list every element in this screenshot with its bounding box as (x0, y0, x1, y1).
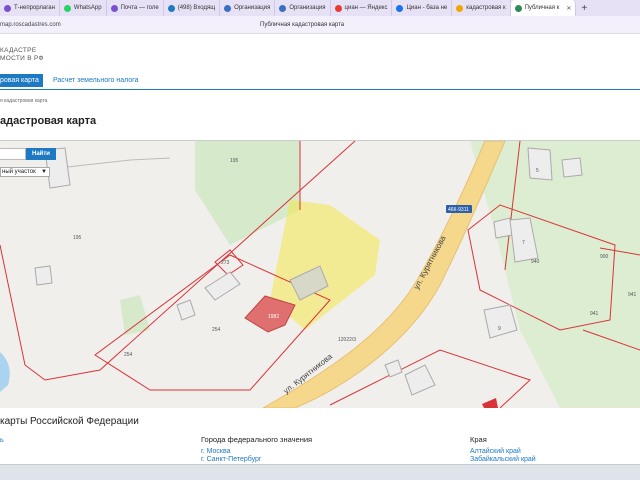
browser-tab[interactable]: кадастровая к (452, 0, 511, 16)
parcel-label: 12022/3 (338, 337, 356, 343)
cian-icon (396, 4, 404, 12)
logo-line: МОСТИ В РФ (0, 55, 44, 62)
object-type-select[interactable]: ный участок ▼ (0, 167, 50, 177)
main-nav: ровая карта Расчет земельного налога (0, 74, 148, 87)
building (204, 271, 241, 301)
nav-divider (0, 89, 640, 90)
building (483, 304, 518, 339)
building-label: 7 (522, 240, 525, 246)
page-title-text: Публичная кадастровая карта (260, 21, 345, 28)
browser-tab[interactable]: WhatsApp (60, 0, 107, 16)
regions-column: Города федерального значения г. Москва г… (201, 435, 312, 464)
regions-heading: карты Российской Федерации (0, 416, 139, 427)
building (561, 157, 583, 178)
building (404, 364, 436, 396)
url-text[interactable]: map.roscadastres.com (0, 22, 61, 28)
address-bar[interactable]: map.roscadastres.com Публичная кадастров… (0, 16, 640, 34)
regions-column: Края Алтайский край Забайкальский край (470, 435, 536, 464)
regions-section: карты Российской Федерации ь Города феде… (0, 408, 640, 464)
parcel-label: 254 (124, 352, 133, 358)
nav-item-land-tax[interactable]: Расчет земельного налога (43, 74, 149, 87)
chevron-down-icon: ▼ (41, 169, 47, 175)
highway-shield-label: 46К-9311 (448, 207, 469, 213)
region-link[interactable]: г. Москва (201, 448, 312, 456)
shield-icon (279, 4, 287, 12)
parcel-label: 254 (212, 327, 221, 333)
building (527, 147, 553, 181)
breadcrumb[interactable]: я кадастровая карта (0, 98, 47, 104)
search-input[interactable] (0, 148, 26, 160)
parcel-marker (482, 398, 498, 408)
logo-line: КАДАСТРЕ (0, 47, 37, 54)
parcel-label: 273 (221, 260, 230, 266)
regions-column: ь (0, 437, 4, 445)
browser-tab[interactable]: Т-непрорлаган (0, 0, 60, 16)
map-canvas[interactable]: 195 195 5 7 9 273 254 254 1982 12022/3 9… (0, 141, 640, 408)
column-title: Края (470, 435, 487, 444)
mail-icon (110, 4, 118, 12)
browser-tab[interactable]: Циан - база не (392, 0, 453, 16)
browser-tab[interactable]: циан — Яндекс (331, 0, 393, 16)
yandex-icon (334, 4, 342, 12)
site-logo[interactable]: КАДАСТРЕ МОСТИ В РФ (0, 47, 44, 63)
browser-tab[interactable]: Почта — голе (107, 0, 164, 16)
shield-icon (224, 4, 232, 12)
close-tab-icon[interactable]: ✕ (566, 5, 571, 12)
search-icon (456, 4, 464, 12)
water-area (0, 352, 10, 392)
map-icon (514, 4, 522, 12)
browser-tab[interactable]: Организация (220, 0, 276, 16)
building-label: 9 (498, 326, 501, 332)
browser-tab[interactable]: (498) Входящ (164, 0, 221, 16)
taskbar (0, 464, 640, 480)
browser-tab[interactable]: Организация (275, 0, 331, 16)
page-heading: адастровая карта (0, 115, 97, 127)
green-area (470, 141, 640, 408)
building-label: 5 (536, 168, 539, 174)
parcel-label: 941 (590, 311, 599, 317)
region-link[interactable]: Забайкальский край (470, 456, 536, 464)
nav-item-cadastral-map[interactable]: ровая карта (0, 74, 43, 87)
building (493, 217, 513, 239)
region-link[interactable]: ь (0, 437, 4, 445)
object-type-value: ный участок (2, 169, 36, 175)
browser-tab-bar: Т-непрорлаган WhatsApp Почта — голе (498… (0, 0, 640, 16)
parcel-label: 1982 (268, 314, 279, 320)
parcel-label: 941 (628, 292, 637, 298)
building (34, 265, 53, 286)
cadastral-map[interactable]: 195 195 5 7 9 273 254 254 1982 12022/3 9… (0, 141, 640, 408)
parcel-label: 940 (531, 259, 540, 265)
parcel-label: 195 (73, 235, 82, 241)
tab-favicon-icon (4, 4, 11, 12)
building (384, 359, 403, 378)
region-link[interactable]: Алтайский край (470, 448, 536, 456)
column-title: Города федерального значения (201, 435, 313, 444)
mail-icon (167, 4, 175, 12)
parcel-label: 195 (230, 158, 239, 164)
browser-tab-active[interactable]: Публичная к ✕ (510, 0, 577, 16)
new-tab-button[interactable]: + (576, 3, 592, 14)
search-button[interactable]: Найти (26, 148, 56, 160)
building (176, 299, 196, 321)
parcel-label: 900 (600, 254, 609, 260)
region-link[interactable]: г. Санкт-Петербург (201, 456, 312, 464)
whatsapp-icon (63, 4, 71, 12)
